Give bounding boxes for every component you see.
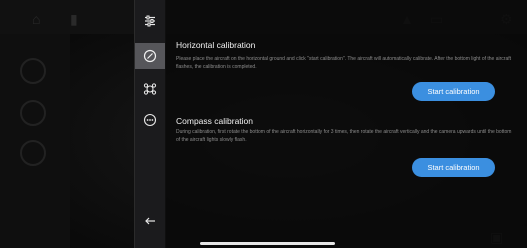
- compass-icon: [143, 49, 157, 63]
- horizontal-calibration-title: Horizontal calibration: [176, 40, 256, 50]
- more-dots-icon: [143, 113, 157, 127]
- sliders-icon: [145, 15, 155, 27]
- status-icon: ▮: [70, 11, 78, 27]
- back-button[interactable]: [135, 208, 165, 234]
- back-arrow-icon: [145, 217, 155, 225]
- return-icon: [20, 100, 46, 126]
- menu-item-general[interactable]: [135, 8, 165, 34]
- home-indicator[interactable]: [200, 242, 335, 245]
- menu-item-aircraft[interactable]: [135, 76, 165, 102]
- home-icon: ⌂: [32, 11, 41, 27]
- start-compass-calibration-button[interactable]: Start calibration: [412, 158, 495, 177]
- start-horizontal-calibration-button[interactable]: Start calibration: [412, 82, 495, 101]
- compass-calibration-title: Compass calibration: [176, 116, 254, 126]
- menu-item-calibration[interactable]: [135, 43, 165, 69]
- takeoff-icon: [20, 58, 46, 84]
- horizontal-calibration-description: Please place the aircraft on the horizon…: [176, 56, 512, 70]
- settings-side-menu: [134, 0, 166, 248]
- menu-item-more[interactable]: [135, 107, 165, 133]
- drone-icon: [143, 83, 157, 95]
- mode-icon: [20, 140, 46, 166]
- compass-calibration-description: During calibration, first rotate the bot…: [176, 129, 512, 143]
- calibration-panel: Horizontal calibration Please place the …: [165, 0, 527, 248]
